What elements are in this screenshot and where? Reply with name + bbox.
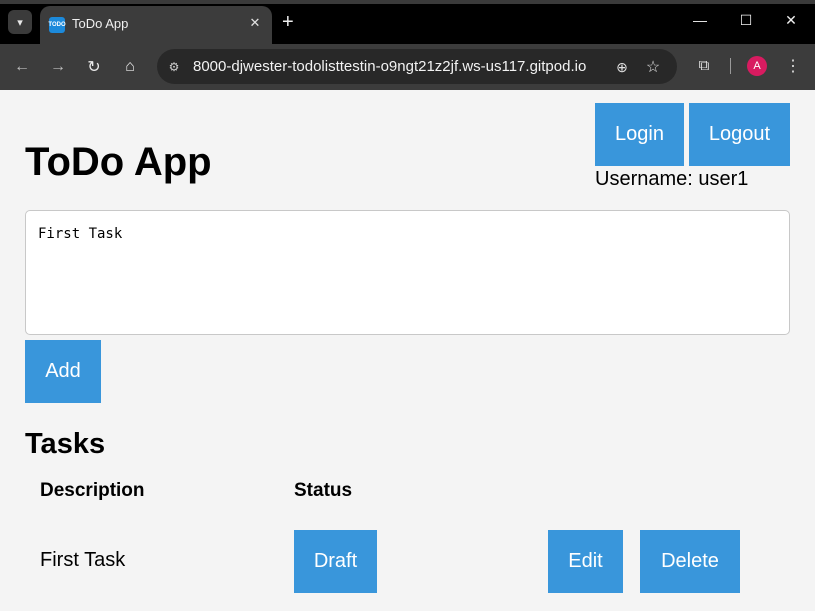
address-bar[interactable]: ⚙ 8000-djwester-todolisttestin-o9ngt21z2… <box>157 49 677 84</box>
browser-titlebar: ▾ TODO ToDo App ✕ + — ☐ ✕ <box>0 0 815 44</box>
back-icon[interactable]: ← <box>11 56 33 78</box>
address-url[interactable]: 8000-djwester-todolisttestin-o9ngt21z2jf… <box>193 58 586 75</box>
favicon-icon: TODO <box>48 17 66 33</box>
tab-close-icon[interactable]: ✕ <box>246 14 264 32</box>
home-icon[interactable]: ⌂ <box>119 56 141 78</box>
login-button[interactable]: Login <box>595 103 684 166</box>
edit-button[interactable]: Edit <box>548 530 623 593</box>
page-title: ToDo App <box>25 140 212 184</box>
username-label: Username: user1 <box>595 168 749 190</box>
site-info-icon[interactable]: ⚙ <box>165 58 183 76</box>
toolbar-divider <box>730 58 731 74</box>
tab-search-icon[interactable]: ▾ <box>8 10 32 34</box>
forward-icon[interactable]: → <box>47 56 69 78</box>
bookmark-star-icon[interactable]: ☆ <box>643 57 663 77</box>
minimize-icon[interactable]: — <box>690 12 710 28</box>
new-tab-icon[interactable]: + <box>282 12 294 32</box>
zoom-icon[interactable]: ⊕ <box>612 57 632 77</box>
task-input[interactable] <box>25 210 790 335</box>
titlebar-topline <box>0 0 815 4</box>
browser-menu-icon[interactable]: ⋮ <box>784 55 802 77</box>
task-description: First Task <box>40 549 126 571</box>
tasks-heading: Tasks <box>25 428 106 460</box>
column-header-status: Status <box>294 480 353 501</box>
column-header-description: Description <box>40 480 145 501</box>
profile-avatar[interactable]: A <box>747 56 767 76</box>
delete-button[interactable]: Delete <box>640 530 740 593</box>
browser-tab[interactable]: TODO ToDo App ✕ <box>40 6 272 44</box>
tab-title: ToDo App <box>72 16 129 31</box>
window-close-icon[interactable]: ✕ <box>781 12 801 29</box>
maximize-icon[interactable]: ☐ <box>736 12 756 29</box>
status-button[interactable]: Draft <box>294 530 377 593</box>
add-task-button[interactable]: Add <box>25 340 101 403</box>
browser-toolbar: ← → ↻ ⌂ ⚙ 8000-djwester-todolisttestin-o… <box>0 44 815 90</box>
extensions-icon[interactable]: ⧉ <box>694 54 714 76</box>
logout-button[interactable]: Logout <box>689 103 790 166</box>
reload-icon[interactable]: ↻ <box>83 56 105 78</box>
